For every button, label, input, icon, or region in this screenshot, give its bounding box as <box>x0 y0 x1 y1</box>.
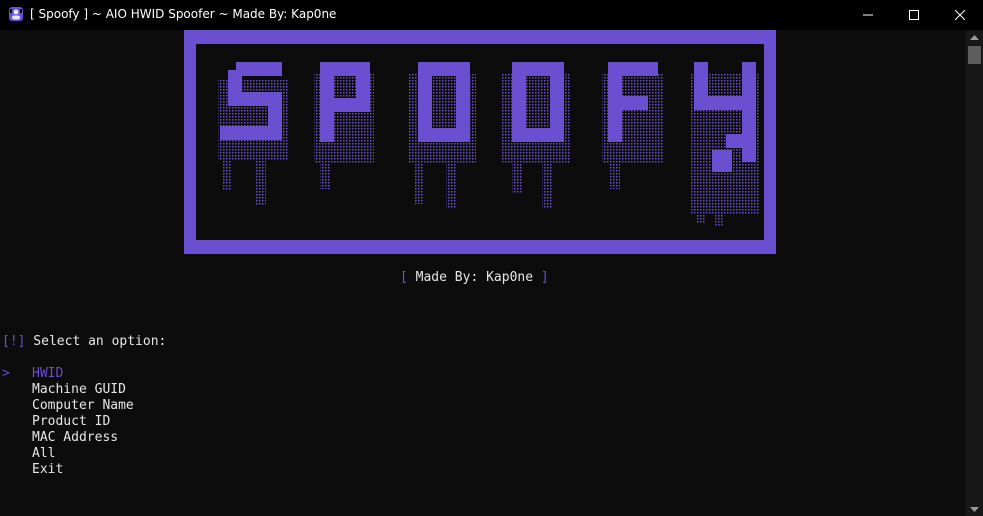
menu-item-label: HWID <box>32 366 64 381</box>
menu-item-label: MAC Address <box>32 430 119 445</box>
scroll-up-button[interactable] <box>966 30 983 44</box>
menu-item[interactable]: Machine GUID <box>0 382 300 398</box>
app-icon <box>9 7 23 21</box>
option-prompt: [!] Select an option: <box>2 334 166 349</box>
menu-item[interactable]: Computer Name <box>0 398 300 414</box>
credit-line: [ Made By: Kap0ne ] <box>400 270 549 285</box>
credit-text: Made By: Kap0ne <box>407 270 541 285</box>
console-window: [ Spoofy ] ~ AIO HWID Spoofer ~ Made By:… <box>0 0 983 516</box>
close-icon <box>955 10 965 20</box>
menu-item-label: Exit <box>32 462 64 477</box>
menu-item-label: Machine GUID <box>32 382 126 397</box>
option-menu: > HWID Machine GUID Computer Name Product ID… <box>0 366 300 478</box>
selection-cursor: > <box>2 366 10 381</box>
menu-item[interactable]: > HWID <box>0 366 300 382</box>
prompt-text: Select an option: <box>25 334 167 349</box>
credit-open-bracket: [ <box>400 270 408 285</box>
menu-item[interactable]: All <box>0 446 300 462</box>
menu-item-label: All <box>32 446 56 461</box>
scroll-up-arrow-icon <box>970 34 979 40</box>
minimize-button[interactable] <box>845 0 891 30</box>
title-bar[interactable]: [ Spoofy ] ~ AIO HWID Spoofer ~ Made By:… <box>0 0 983 30</box>
scroll-down-arrow-icon <box>970 506 979 512</box>
logo-letter-s <box>220 62 282 140</box>
logo-frame <box>196 44 764 240</box>
menu-item[interactable]: MAC Address <box>0 430 300 446</box>
credit-close-bracket: ] <box>540 270 549 285</box>
menu-item[interactable]: Exit <box>0 462 300 478</box>
vertical-scrollbar[interactable] <box>966 30 983 516</box>
maximize-button[interactable] <box>891 0 937 30</box>
prompt-tag: [!] <box>2 334 26 349</box>
maximize-icon <box>909 10 919 20</box>
logo-drip-shadow <box>218 74 760 226</box>
menu-item-label: Product ID <box>32 414 111 429</box>
window-title: [ Spoofy ] ~ AIO HWID Spoofer ~ Made By:… <box>30 7 337 21</box>
menu-item-label: Computer Name <box>32 398 134 413</box>
menu-item[interactable]: Product ID <box>0 414 300 430</box>
scroll-down-button[interactable] <box>966 502 983 516</box>
minimize-icon <box>863 14 873 16</box>
spoofy-logo-banner <box>184 30 776 254</box>
spoofy-logo <box>218 62 760 226</box>
close-button[interactable] <box>937 0 983 30</box>
scroll-thumb[interactable] <box>968 46 981 64</box>
